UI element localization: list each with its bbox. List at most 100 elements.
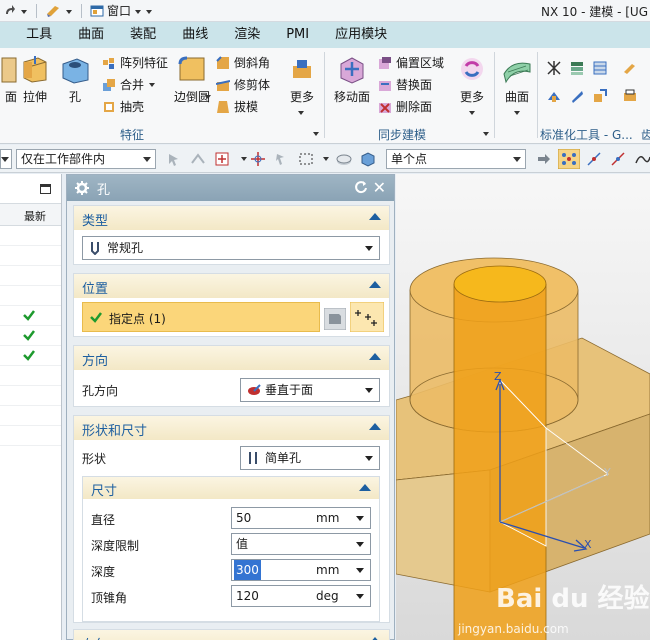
depth-limit-dropdown[interactable]: 值 xyxy=(231,533,371,555)
type-section-header[interactable]: 类型 xyxy=(74,206,389,230)
extrude-button[interactable]: 拉伸 xyxy=(20,54,50,105)
trim-body-button[interactable]: 修剪体 xyxy=(216,76,270,93)
collapse-icon xyxy=(369,353,381,360)
dimensions-header-bar[interactable]: 尺寸 xyxy=(83,477,379,499)
dropdown-arrow-icon[interactable] xyxy=(65,4,73,18)
dropdown-arrow-icon[interactable] xyxy=(204,92,212,102)
std-tool-grid-icon[interactable] xyxy=(546,60,562,76)
list-item[interactable] xyxy=(0,326,61,346)
cursor-location-icon[interactable] xyxy=(250,151,266,167)
point-dialog-icon[interactable] xyxy=(350,302,384,332)
shell-button[interactable]: 抽壳 xyxy=(102,98,144,115)
shape-size-section-header[interactable]: 形状和尺寸 xyxy=(74,416,389,440)
hole-button[interactable]: 孔 xyxy=(60,54,90,105)
hole-type-dropdown[interactable]: 常规孔 xyxy=(82,236,380,260)
pattern-feature-button[interactable]: 阵列特征 xyxy=(102,54,168,71)
draft-button[interactable]: 拔模 xyxy=(216,98,258,115)
tab-home-cut[interactable] xyxy=(0,22,13,48)
touch-mode-icon[interactable] xyxy=(45,4,61,18)
std-tool-arrows-icon[interactable] xyxy=(546,88,562,104)
specify-point-field[interactable]: 指定点 (1) xyxy=(82,302,320,332)
std-tool-move-icon[interactable] xyxy=(592,88,608,104)
tab-assembly[interactable]: 装配 xyxy=(117,22,169,48)
direction-section-header[interactable]: 方向 xyxy=(74,346,389,370)
list-item[interactable] xyxy=(0,266,61,286)
dropdown-arrow-icon[interactable] xyxy=(20,4,28,18)
std-tool-stack-icon[interactable] xyxy=(592,60,608,76)
hole-shape-dropdown[interactable]: 简单孔 xyxy=(240,446,380,470)
surface-button[interactable]: 曲面 xyxy=(502,54,532,105)
list-item[interactable] xyxy=(0,366,61,386)
unite-button[interactable]: 合并 xyxy=(102,76,156,93)
scope-filter-dropdown[interactable]: 仅在工作部件内 xyxy=(16,149,156,169)
group-dropdown-icon[interactable] xyxy=(312,130,320,138)
maximize-icon[interactable] xyxy=(40,184,51,194)
tab-render[interactable]: 渲染 xyxy=(221,22,273,48)
group-divider xyxy=(537,52,538,138)
window-menu[interactable]: 窗口 xyxy=(90,2,153,19)
position-section-header[interactable]: 位置 xyxy=(74,274,389,298)
dropdown-arrow-icon[interactable] xyxy=(297,108,305,118)
rectangle-select-icon[interactable] xyxy=(298,151,314,167)
list-item[interactable] xyxy=(0,346,61,366)
tab-tools[interactable]: 工具 xyxy=(13,22,65,48)
tab-curve[interactable]: 曲线 xyxy=(169,22,221,48)
select-curve-icon[interactable] xyxy=(190,151,206,167)
std-tool-wrench-icon[interactable] xyxy=(569,88,585,104)
move-face-button[interactable]: 移动面 xyxy=(334,54,370,105)
select-face-icon[interactable] xyxy=(274,151,290,167)
hole-direction-dropdown[interactable]: 垂直于面 xyxy=(240,378,380,402)
list-item[interactable] xyxy=(0,226,61,246)
gear-icon[interactable] xyxy=(75,181,89,195)
navigator-column-header[interactable]: 最新 xyxy=(0,204,61,226)
snap-midpoint-icon[interactable] xyxy=(610,151,626,167)
sketch-section-icon[interactable] xyxy=(324,308,346,330)
watermark: Bai du 经验 xyxy=(496,584,650,614)
close-icon[interactable]: ✕ xyxy=(373,178,386,197)
list-item[interactable] xyxy=(0,306,61,326)
list-item[interactable] xyxy=(0,426,61,446)
solid-body-icon[interactable] xyxy=(360,151,376,167)
dropdown-arrow-icon[interactable] xyxy=(513,108,521,118)
diameter-value: 50 xyxy=(236,511,252,525)
boolean-section-header[interactable]: 布尔 xyxy=(74,630,389,640)
arrow-right-icon[interactable] xyxy=(536,151,552,167)
type-filter-dropdown[interactable] xyxy=(0,149,12,169)
list-item[interactable] xyxy=(0,386,61,406)
group-dropdown-icon[interactable] xyxy=(482,130,490,138)
snap-line-icon[interactable] xyxy=(586,151,602,167)
dialog-title-bar[interactable]: 孔 ✕ xyxy=(67,175,394,201)
replace-face-button[interactable]: 替换面 xyxy=(378,76,432,93)
select-feature-icon[interactable] xyxy=(166,151,182,167)
boolean-section: 布尔 xyxy=(73,629,390,640)
delete-face-button[interactable]: 删除面 xyxy=(378,98,432,115)
shaded-body-icon[interactable] xyxy=(336,151,352,167)
diameter-input[interactable]: 50 mm xyxy=(231,507,371,529)
tab-application[interactable]: 应用模块 xyxy=(322,22,400,48)
std-tool-pen-icon[interactable] xyxy=(622,60,638,76)
list-item[interactable] xyxy=(0,286,61,306)
snap-filter-dropdown[interactable]: 单个点 xyxy=(386,149,526,169)
dropdown-arrow-icon[interactable] xyxy=(468,108,476,118)
more-features-button[interactable]: 更多 xyxy=(287,54,317,105)
dropdown-arrow-icon[interactable] xyxy=(145,4,153,18)
tip-angle-input[interactable]: 120 deg xyxy=(231,585,371,607)
snap-point-icon[interactable] xyxy=(214,151,230,167)
reset-icon[interactable] xyxy=(354,180,368,194)
std-tool-layers-icon[interactable] xyxy=(569,60,585,76)
offset-region-button[interactable]: 偏置区域 xyxy=(378,54,444,71)
redo-icon[interactable] xyxy=(4,4,16,18)
tab-surface[interactable]: 曲面 xyxy=(65,22,117,48)
snap-endpoint-icon[interactable] xyxy=(558,149,580,169)
dropdown-arrow-icon[interactable] xyxy=(318,151,334,167)
snap-curve-icon[interactable] xyxy=(634,151,650,167)
std-tool-print-icon[interactable] xyxy=(622,88,638,104)
chamfer-button[interactable]: 倒斜角 xyxy=(216,54,270,71)
list-item[interactable] xyxy=(0,246,61,266)
tab-pmi[interactable]: PMI xyxy=(273,22,322,48)
scope-filter-value: 仅在工作部件内 xyxy=(21,152,106,166)
more-sync-button[interactable]: 更多 xyxy=(457,54,487,105)
depth-input[interactable]: 300 mm xyxy=(231,559,371,581)
graphics-viewport[interactable]: Z Y X Bai du 经验 jingyan.baidu.com xyxy=(396,174,650,640)
list-item[interactable] xyxy=(0,406,61,426)
